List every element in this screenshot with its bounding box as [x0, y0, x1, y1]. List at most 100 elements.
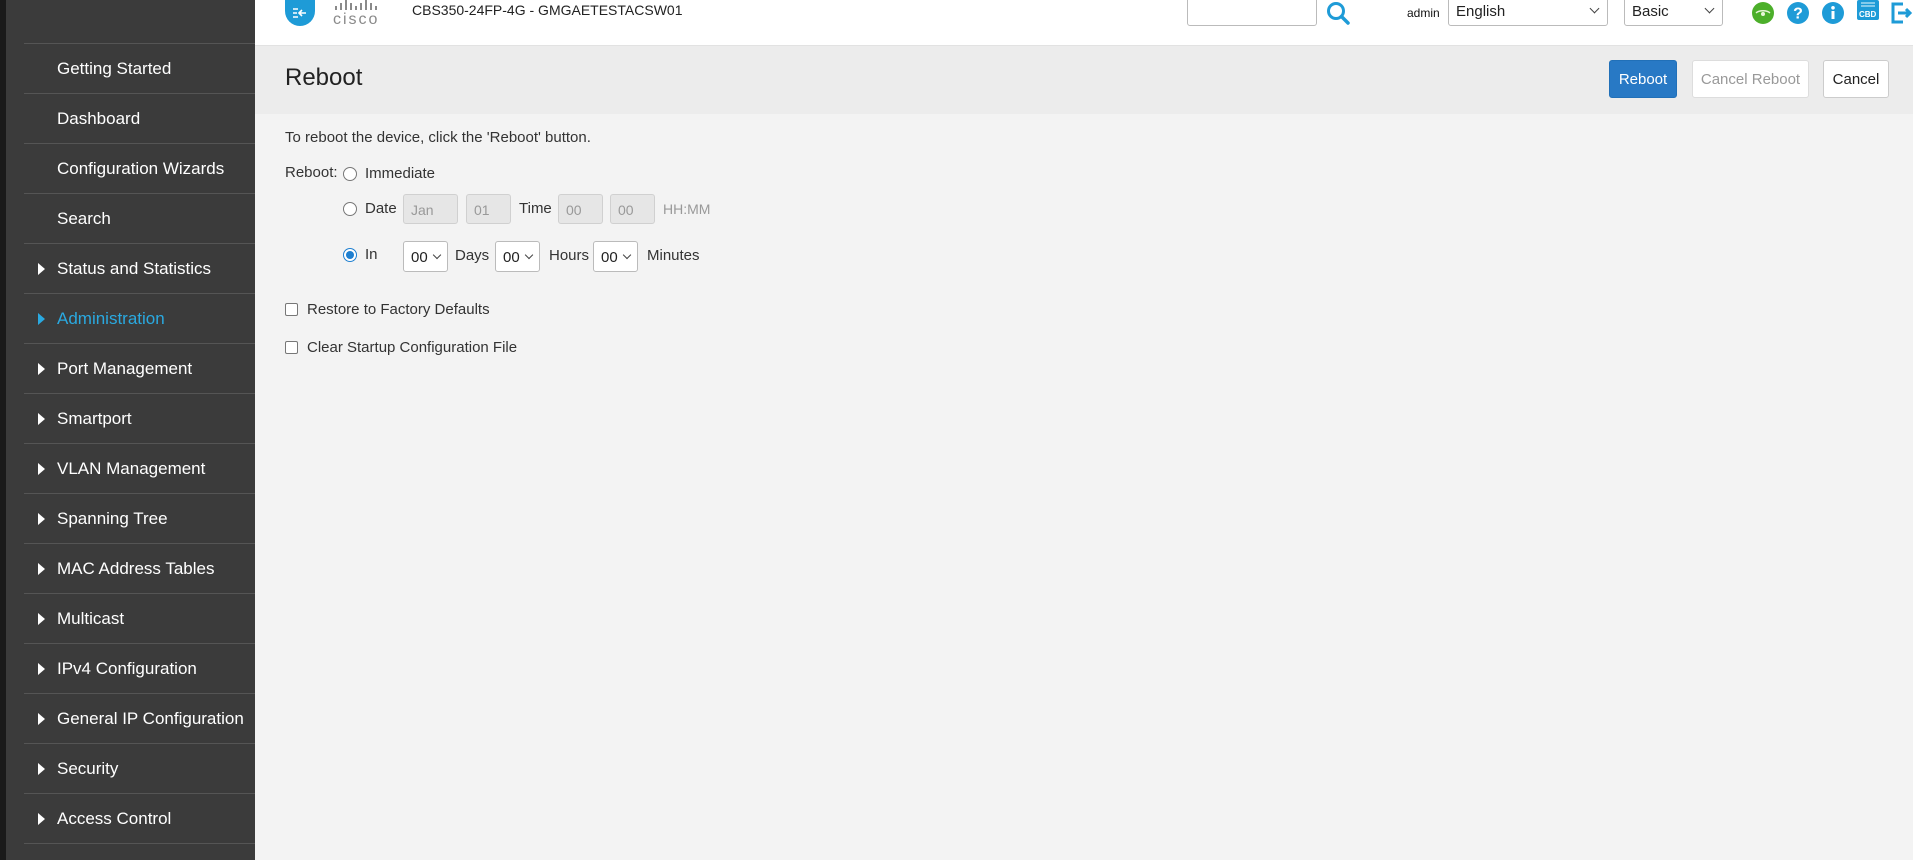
- cisco-logo-bars: [335, 0, 395, 10]
- clear-startup-checkbox[interactable]: [285, 341, 298, 354]
- time-hour-select[interactable]: 00: [558, 194, 603, 224]
- caret-right-icon: [38, 263, 45, 275]
- clear-startup-label[interactable]: Clear Startup Configuration File: [307, 339, 517, 356]
- chevron-down-icon: [1704, 3, 1715, 14]
- hours-label: Hours: [549, 247, 590, 264]
- sidebar-item-administration[interactable]: Administration: [24, 294, 255, 344]
- collapse-arrow-icon: [293, 8, 306, 18]
- days-label: Days: [455, 247, 490, 264]
- caret-right-icon: [38, 813, 45, 825]
- sidebar-top-spacer: [24, 0, 255, 44]
- sidebar-item-dashboard[interactable]: Dashboard: [24, 94, 255, 144]
- page-title-bar: Reboot Reboot Cancel Reboot Cancel: [255, 46, 1913, 114]
- minutes-label: Minutes: [647, 247, 700, 264]
- chevron-down-icon: [622, 250, 632, 260]
- cancel-reboot-button[interactable]: Cancel Reboot: [1692, 60, 1809, 98]
- sidebar-item-label: VLAN Management: [57, 458, 206, 478]
- language-select-value: English: [1456, 3, 1506, 20]
- sidebar-item-port-management[interactable]: Port Management: [24, 344, 255, 394]
- sidebar-item-label: IPv4 Configuration: [57, 658, 197, 678]
- in-minutes-select[interactable]: 00: [593, 241, 638, 272]
- cisco-logo-text: cisco: [333, 11, 380, 28]
- sidebar-item-multicast[interactable]: Multicast: [24, 594, 255, 644]
- user-name: admin: [1407, 6, 1440, 20]
- time-format-hint: HH:MM: [663, 201, 711, 217]
- top-header: cisco CBS350-24FP-4G - GMGAETESTACSW01 a…: [255, 0, 1913, 46]
- sidebar-nav-list: Getting Started Dashboard Configuration Wi…: [6, 44, 255, 844]
- help-icon[interactable]: ?: [1786, 1, 1810, 25]
- reboot-date-label[interactable]: Date: [365, 200, 397, 217]
- reboot-field-label: Reboot:: [285, 164, 338, 181]
- instruction-text: To reboot the device, click the 'Reboot'…: [285, 129, 591, 146]
- sidebar-item-search[interactable]: Search: [24, 194, 255, 244]
- reboot-time-label: Time: [519, 200, 552, 217]
- sidebar-item-label: Search: [57, 208, 111, 228]
- caret-right-icon: [38, 663, 45, 675]
- search-icon[interactable]: [1325, 0, 1351, 26]
- in-minutes-value: 00: [601, 249, 618, 266]
- svg-text:?: ?: [1793, 6, 1803, 23]
- reboot-button[interactable]: Reboot: [1609, 60, 1677, 98]
- sidebar-item-spanning-tree[interactable]: Spanning Tree: [24, 494, 255, 544]
- save-config-icon[interactable]: CBD: [1855, 0, 1881, 24]
- sidebar: Getting Started Dashboard Configuration Wi…: [6, 0, 255, 860]
- sidebar-item-label: Multicast: [57, 608, 125, 628]
- main-content: To reboot the device, click the 'Reboot'…: [255, 114, 1913, 860]
- in-days-select[interactable]: 00: [403, 241, 448, 272]
- time-minute-select[interactable]: 00: [610, 194, 655, 224]
- sidebar-item-security[interactable]: Security: [24, 744, 255, 794]
- sidebar-item-label: Dashboard: [57, 108, 141, 128]
- sidebar-item-ipv4-configuration[interactable]: IPv4 Configuration: [24, 644, 255, 694]
- collapse-sidebar-button[interactable]: [285, 0, 315, 26]
- display-mode-value: Basic: [1632, 3, 1669, 20]
- sidebar-item-vlan-management[interactable]: VLAN Management: [24, 444, 255, 494]
- info-icon[interactable]: [1821, 1, 1845, 25]
- caret-right-icon: [38, 513, 45, 525]
- sidebar-item-label: Port Management: [57, 358, 193, 378]
- chevron-down-icon: [432, 250, 442, 260]
- date-day-select[interactable]: 01: [466, 194, 511, 224]
- reboot-in-label[interactable]: In: [365, 246, 378, 263]
- reboot-date-radio[interactable]: [343, 202, 357, 216]
- language-select[interactable]: English: [1448, 0, 1608, 26]
- sidebar-item-getting-started[interactable]: Getting Started: [24, 44, 255, 94]
- chevron-down-icon: [1589, 3, 1600, 14]
- sidebar-item-access-control[interactable]: Access Control: [24, 794, 255, 844]
- cancel-button[interactable]: Cancel: [1823, 60, 1889, 98]
- sidebar-item-status-and-statistics[interactable]: Status and Statistics: [24, 244, 255, 294]
- device-name: CBS350-24FP-4G - GMGAETESTACSW01: [412, 2, 683, 18]
- in-days-value: 00: [411, 249, 428, 266]
- sidebar-item-configuration-wizards[interactable]: Configuration Wizards: [24, 144, 255, 194]
- caret-right-icon: [38, 363, 45, 375]
- sidebar-item-label: Status and Statistics: [57, 258, 212, 278]
- reboot-in-radio[interactable]: [343, 248, 357, 262]
- caret-right-icon: [38, 563, 45, 575]
- in-hours-select[interactable]: 00: [495, 241, 540, 272]
- search-input[interactable]: [1187, 0, 1317, 26]
- display-mode-select[interactable]: Basic: [1624, 0, 1723, 26]
- caret-right-icon: [38, 413, 45, 425]
- restore-factory-checkbox[interactable]: [285, 303, 298, 316]
- cisco-feedback-icon[interactable]: [1751, 1, 1775, 25]
- reboot-immediate-radio[interactable]: [343, 167, 357, 181]
- in-hours-value: 00: [503, 249, 520, 266]
- sidebar-item-label: Security: [57, 758, 119, 778]
- sidebar-item-label: Administration: [57, 308, 165, 328]
- logout-icon[interactable]: [1889, 1, 1913, 25]
- restore-factory-label[interactable]: Restore to Factory Defaults: [307, 301, 490, 318]
- save-config-icon-text: CBD: [1859, 10, 1877, 19]
- date-month-select[interactable]: Jan: [403, 194, 458, 224]
- sidebar-item-general-ip-configuration[interactable]: General IP Configuration: [24, 694, 255, 744]
- sidebar-item-smartport[interactable]: Smartport: [24, 394, 255, 444]
- reboot-immediate-label[interactable]: Immediate: [365, 165, 435, 182]
- sidebar-item-label: Access Control: [57, 808, 172, 828]
- caret-right-icon: [38, 463, 45, 475]
- sidebar-item-label: Configuration Wizards: [57, 158, 225, 178]
- cisco-logo: cisco: [333, 0, 395, 30]
- sidebar-item-label: MAC Address Tables: [57, 558, 215, 578]
- caret-right-icon: [38, 613, 45, 625]
- sidebar-item-label: General IP Configuration: [57, 708, 244, 728]
- sidebar-item-mac-address-tables[interactable]: MAC Address Tables: [24, 544, 255, 594]
- page-title: Reboot: [285, 64, 363, 91]
- chevron-down-icon: [524, 250, 534, 260]
